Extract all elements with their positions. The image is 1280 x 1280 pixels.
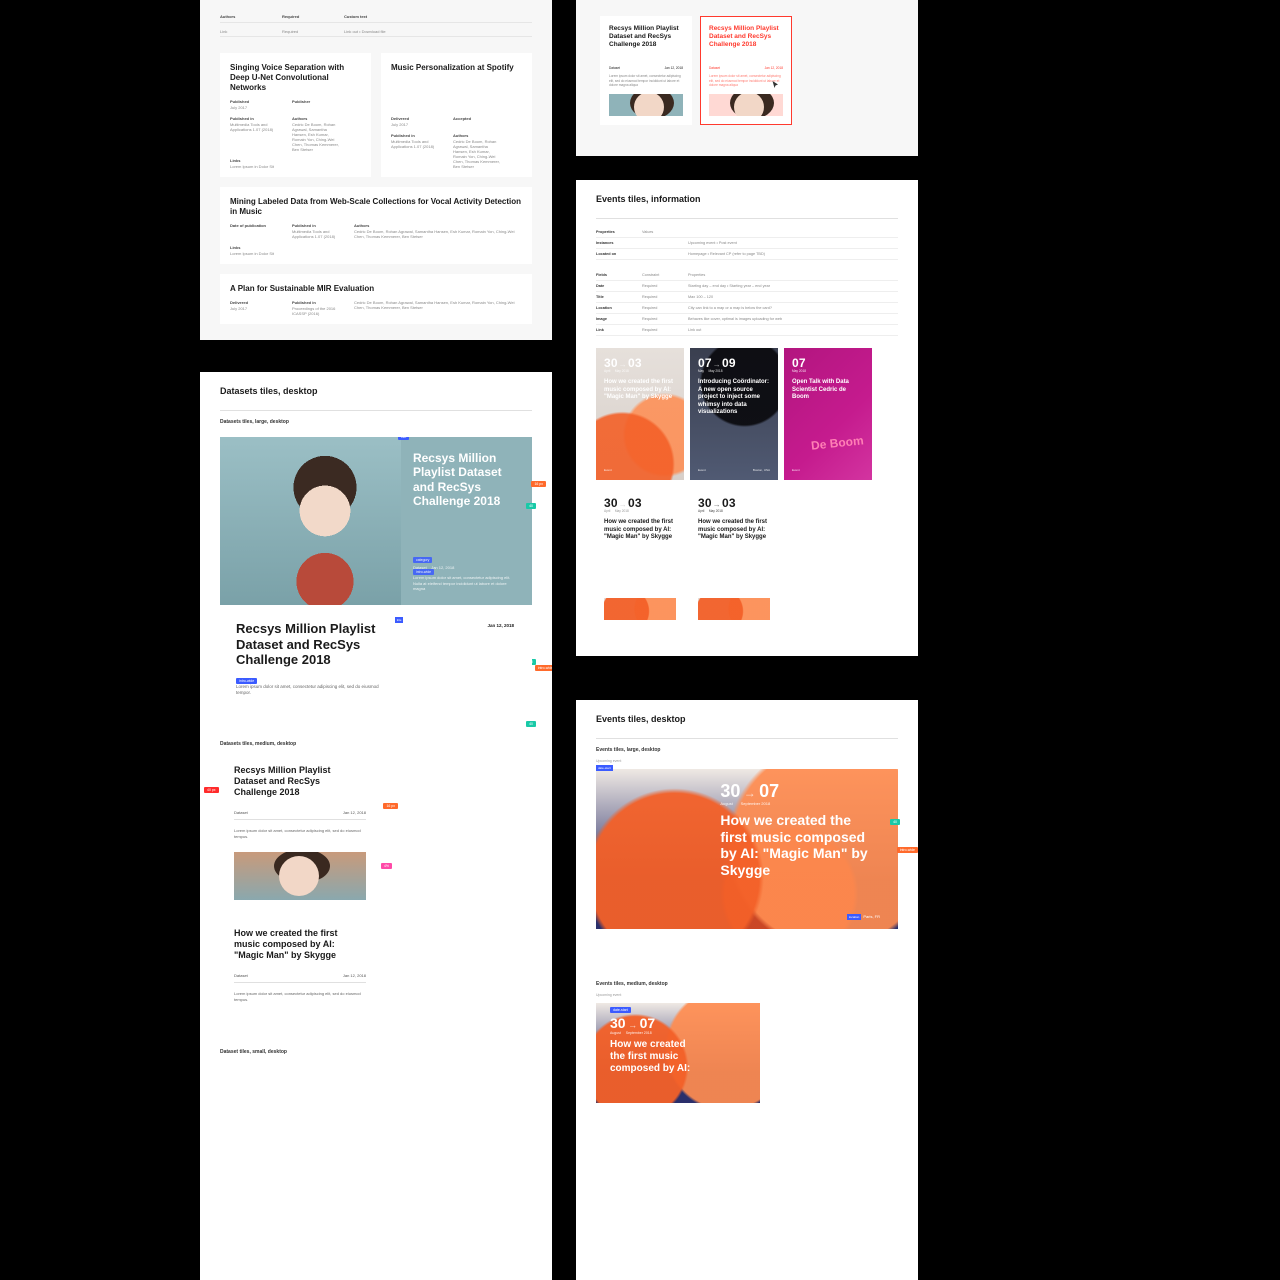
pub2-status: Accepted [453,116,501,121]
dataset-white-desc: Lorem ipsum dolor sit amet, consectetur … [236,684,379,695]
event-tile-4[interactable]: 30→03 April May 2018 How we created the … [596,488,684,628]
row-link-req: Required [282,29,330,34]
artboard-publications: Authors Required Custom text Link Requir… [200,0,552,340]
events-desk-title: Events tiles, desktop [596,714,898,724]
events-desk-sub-medium: Events tiles, medium, desktop [596,981,898,987]
artboard-hover-cards: Recsys Million Playlist Dataset and RecS… [576,0,918,156]
col-custom: Custom text [344,14,392,19]
marker-intro-2: intro-wide [236,678,257,684]
marker-right-1: 16 px [531,481,546,487]
hover-card-default[interactable]: Recsys Million Playlist Dataset and RecS… [600,16,692,125]
events-info-title: Events tiles, information [596,194,898,204]
hover-active-photo [709,94,783,116]
marker-med-date: date-start [610,1007,631,1013]
col-required: Required [282,14,330,19]
dataset-hero-intro: Lorem ipsum dolor sit amet, consectetur … [413,575,510,590]
dataset-tile-medium-2[interactable]: How we created the first music composed … [220,916,380,1015]
hover-active-title: Recsys Million Playlist Dataset and RecS… [709,25,783,48]
pub-card-3-title: Mining Labeled Data from Web-Scale Colle… [230,197,522,217]
row-link-val: Link out • Download file [344,29,392,34]
hover-default-photo [609,94,683,116]
pub-card-4[interactable]: A Plan for Sustainable MIR Evaluation De… [220,274,532,324]
event-hero-title: How we created the first music composed … [720,812,880,878]
event-tile-large[interactable]: date-start 30 → 07 August September 2018… [596,769,898,929]
event-tile-medium[interactable]: date-start 30 → 07 August September 2018… [596,1003,760,1103]
artboard-events-desktop: Events tiles, desktop Events tiles, larg… [576,700,918,1280]
col-authors: Authors [220,14,268,19]
datasets-sub-medium: Datasets tiles, medium, desktop [220,741,532,747]
marker-title-2: title [395,617,404,623]
datasets-section-title: Datasets tiles, desktop [220,386,532,396]
marker-m-right-2: 4% [381,863,392,869]
medium1-title: Recsys Million Playlist Dataset and RecS… [234,765,353,799]
marker-m-right-1: 16 px [383,803,398,809]
hover-card-active[interactable]: Recsys Million Playlist Dataset and RecS… [700,16,792,125]
upcoming-label-2: Upcoming event [596,993,898,997]
dataset-hero-photo [220,437,401,605]
medium2-title: How we created the first music composed … [234,928,353,962]
hover-default-title: Recsys Million Playlist Dataset and RecS… [609,25,683,48]
event-tile-5[interactable]: 30→03 April May 2018 How we created the … [690,488,778,628]
dataset-white-title: Recsys Million Playlist Dataset and RecS… [236,621,390,668]
event-tile-3[interactable]: 07 May 2018 Open Talk with Data Scientis… [784,348,872,480]
pub-card-3[interactable]: Mining Labeled Data from Web-Scale Colle… [220,187,532,264]
medium2-date: Jan 12, 2018 [343,973,366,978]
tile5-photo [698,598,770,620]
dataset-hero-title: Recsys Million Playlist Dataset and RecS… [413,451,512,509]
dataset-tile-large-text[interactable]: title Recsys Million Playlist Dataset an… [220,607,532,711]
pub1-venue-label: Published in [230,116,278,121]
ev-marker-2: intro-wide [897,847,918,853]
medium2-desc: Lorem ipsum dolor sit amet, consectetur … [234,991,366,1002]
dataset-tile-medium-1[interactable]: Recsys Million Playlist Dataset and RecS… [220,753,380,912]
pub1-status-label: Publisher [292,99,340,104]
marker-datestart: date-start [596,765,613,771]
event-medium-title: How we created the first music composed … [610,1039,692,1075]
event-tile-1[interactable]: 30→03 April May 2018 How we created the … [596,348,684,480]
hover-default-body: Lorem ipsum dolor sit amet, consectetur … [609,74,683,87]
pub-card-1[interactable]: Singing Voice Separation with Deep U-Net… [220,53,371,177]
artboard-events-info: Events tiles, information PropertiesValu… [576,180,918,656]
marker-right-5: 40 [526,721,536,727]
marker-right-4: intro-wide [535,665,552,671]
artboard-datasets-desktop: Datasets tiles, desktop Datasets tiles, … [200,372,552,1280]
cursor-icon [771,80,781,90]
marker-left-red: 40 px [204,787,219,793]
datasets-sub-large: Datasets tiles, large, desktop [220,419,532,425]
pub-card-1-title: Singing Voice Separation with Deep U-Net… [230,63,361,93]
medium1-cat: Dataset [234,810,248,815]
medium1-photo [234,852,366,900]
pub-card-2[interactable]: Music Personalization at Spotify Deliver… [381,53,532,177]
pub-card-2-title: Music Personalization at Spotify [391,63,522,73]
medium1-desc: Lorem ipsum dolor sit amet, consectetur … [234,828,366,839]
marker-intro: intro-wide [413,569,434,575]
dataset-white-date: Jan 12, 2018 [487,623,514,628]
tile4-photo [604,598,676,620]
pub1-authors-label: Authors [292,116,340,121]
pub1-link-label: Links [230,158,278,163]
marker-category: category [413,557,432,563]
event-tile-2[interactable]: 07→09 May May 2018 Introducing Coördinat… [690,348,778,480]
marker-loc: location [847,914,861,920]
datasets-sub-small: Dataset tiles, small, desktop [220,1049,532,1055]
events-desk-sub-large: Events tiles, large, desktop [596,747,898,753]
pub-card-4-title: A Plan for Sustainable MIR Evaluation [230,284,522,294]
dataset-tile-large-image[interactable]: title Recsys Million Playlist Dataset an… [220,437,532,605]
row-link-label: Link [220,29,268,34]
pub1-date: July 2017 [230,105,247,110]
upcoming-label: Upcoming event [596,759,898,763]
medium1-date: Jan 12, 2018 [343,810,366,815]
medium2-cat: Dataset [234,973,248,978]
